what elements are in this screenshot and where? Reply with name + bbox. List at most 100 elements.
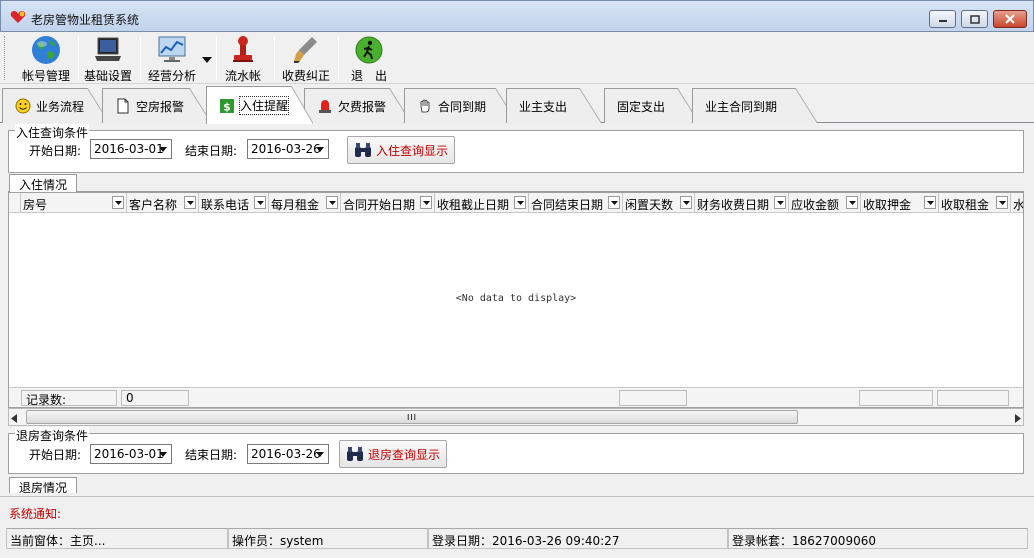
checkin-query-button[interactable]: 入住查询显示 <box>347 136 455 164</box>
page-icon <box>117 98 129 114</box>
checkin-query-legend: 入住查询条件 <box>15 124 90 141</box>
filter-dropdown-icon[interactable] <box>608 196 620 209</box>
tab-label: 业务流程 <box>36 99 85 114</box>
filter-dropdown-icon[interactable] <box>924 196 936 209</box>
date-dropdown-button[interactable] <box>312 445 328 463</box>
account-manage-button[interactable]: 帐号管理 <box>16 34 76 84</box>
checkin-subtabs: 入住情况 <box>8 174 1024 192</box>
end-date-label: 结束日期: <box>185 144 238 158</box>
hand-icon <box>420 99 430 113</box>
toolbar-separator <box>78 36 79 80</box>
checkout-start-date[interactable]: 2016-03-01 <box>90 444 172 464</box>
toolbar-separator <box>216 36 217 80</box>
basic-settings-button[interactable]: 基础设置 <box>80 34 136 84</box>
analysis-dropdown-arrow[interactable] <box>202 52 212 66</box>
tab-vacancy-alarm[interactable]: 空房报警 <box>102 88 211 123</box>
money-icon: $ <box>220 98 234 113</box>
column-header[interactable]: 收取押金 <box>861 193 939 212</box>
filter-dropdown-icon[interactable] <box>680 196 692 209</box>
filter-dropdown-icon[interactable] <box>514 196 526 209</box>
column-header[interactable]: 每月租金 <box>269 193 341 212</box>
column-header[interactable]: 应收金额 <box>789 193 861 212</box>
scroll-right-icon[interactable] <box>1015 412 1021 426</box>
checkin-start-date[interactable]: 2016-03-01 <box>90 139 172 159</box>
horizontal-scrollbar[interactable]: III <box>8 408 1024 426</box>
binoculars-icon <box>347 447 363 461</box>
toolbar-label: 流水帐 <box>224 69 261 83</box>
column-header[interactable]: 合同开始日期 <box>341 193 435 212</box>
scroll-left-icon[interactable] <box>11 412 17 426</box>
fee-correction-button[interactable]: 收费纠正 <box>278 34 334 84</box>
tab-owner-expense[interactable]: 业主支出 <box>506 88 601 123</box>
system-notice-bar: 系统通知: <box>0 496 1034 526</box>
tab-contract-expiry[interactable]: 合同到期 <box>404 88 517 123</box>
filter-dropdown-icon[interactable] <box>112 196 124 209</box>
filter-dropdown-icon[interactable] <box>846 196 858 209</box>
footer-summary-cell <box>619 390 687 406</box>
filter-dropdown-icon[interactable] <box>184 196 196 209</box>
maximize-icon <box>969 14 980 24</box>
column-header[interactable]: 水 <box>1011 193 1023 212</box>
window-title: 老房管物业租赁系统 <box>31 13 140 27</box>
date-dropdown-button[interactable] <box>312 140 328 158</box>
exit-button[interactable]: 退 出 <box>344 34 394 84</box>
footer-summary-cell <box>859 390 933 406</box>
tab-owner-contract-expiry[interactable]: 业主合同到期 <box>692 88 817 123</box>
scrollbar-thumb[interactable]: III <box>26 410 798 424</box>
filter-dropdown-icon[interactable] <box>774 196 786 209</box>
date-value: 2016-03-26 <box>251 142 321 156</box>
filter-dropdown-icon[interactable] <box>254 196 266 209</box>
tab-business-flow[interactable]: 业务流程 <box>2 88 109 123</box>
stamp-icon <box>233 36 253 62</box>
status-login-date: 登录日期：2016-03-26 09:40:27 <box>428 528 728 549</box>
column-header[interactable]: 合同结束日期 <box>529 193 623 212</box>
ledger-button[interactable]: 流水帐 <box>220 34 266 84</box>
filter-dropdown-icon[interactable] <box>996 196 1008 209</box>
tab-arrears-alarm[interactable]: 欠费报警 <box>304 88 411 123</box>
start-date-label: 开始日期: <box>29 144 82 158</box>
toolbar-grip[interactable] <box>4 36 7 80</box>
triangle-down-icon <box>159 146 167 152</box>
tab-checkout-status[interactable]: 退房情况 <box>9 477 78 493</box>
column-header[interactable]: 收租截止日期 <box>435 193 529 212</box>
date-dropdown-button[interactable] <box>155 140 171 158</box>
tab-fixed-expense[interactable]: 固定支出 <box>604 88 699 123</box>
tab-label: 空房报警 <box>136 99 185 114</box>
checkout-query-group: 退房查询条件 开始日期: 2016-03-01 结束日期: 2016-03-26… <box>8 427 1024 474</box>
close-button[interactable] <box>993 10 1027 28</box>
tab-label: 固定支出 <box>617 99 666 114</box>
status-operator: 操作员：system <box>228 528 428 549</box>
date-dropdown-button[interactable] <box>155 445 171 463</box>
toolbar-separator <box>140 36 141 80</box>
record-count-label: 记录数: <box>21 390 117 407</box>
column-header[interactable]: 收取租金 <box>939 193 1011 212</box>
checkout-end-date[interactable]: 2016-03-26 <box>247 444 329 464</box>
checkout-query-legend: 退房查询条件 <box>15 427 90 444</box>
column-header[interactable]: 闲置天数 <box>623 193 695 212</box>
maximize-button[interactable] <box>961 10 988 28</box>
tab-checkin-status[interactable]: 入住情况 <box>9 174 78 192</box>
app-logo-icon <box>10 11 26 23</box>
status-account: 登录帐套：18627009060 <box>728 528 1028 549</box>
column-header[interactable]: 联系电话 <box>199 193 269 212</box>
column-header[interactable]: 财务收费日期 <box>695 193 789 212</box>
system-notice-label: 系统通知: <box>9 507 62 521</box>
checkout-query-button[interactable]: 退房查询显示 <box>339 440 447 468</box>
toolbar-label: 基础设置 <box>83 69 132 83</box>
alarm-icon <box>319 100 331 113</box>
triangle-down-icon <box>159 451 167 457</box>
checkin-end-date[interactable]: 2016-03-26 <box>247 139 329 159</box>
triangle-down-icon <box>202 57 212 63</box>
tab-checkin-reminder[interactable]: $ 入住提醒 <box>206 86 313 124</box>
column-header[interactable]: 客户名称 <box>127 193 199 212</box>
column-header[interactable]: 房号 <box>21 193 127 212</box>
triangle-down-icon <box>316 146 324 152</box>
status-current-form: 当前窗体：主页... <box>6 528 228 549</box>
minimize-button[interactable] <box>929 10 956 28</box>
end-date-label: 结束日期: <box>185 448 238 462</box>
smiley-icon <box>15 98 31 114</box>
filter-dropdown-icon[interactable] <box>326 196 338 209</box>
business-analysis-button[interactable]: 经营分析 <box>144 34 200 84</box>
filter-dropdown-icon[interactable] <box>420 196 432 209</box>
tab-label: 业主合同到期 <box>705 99 778 114</box>
